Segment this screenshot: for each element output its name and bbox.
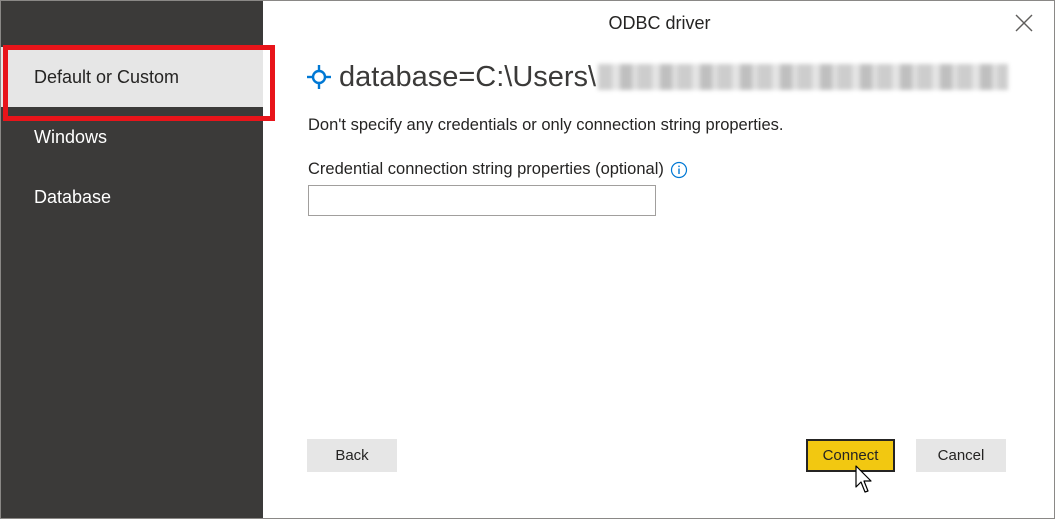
- connect-button[interactable]: Connect: [806, 439, 895, 472]
- sidebar-item-label: Database: [34, 187, 112, 207]
- auth-sidebar: Default or Custom Windows Database: [1, 1, 275, 518]
- blurred-path: [598, 64, 1009, 90]
- credential-field-label-row: Credential connection string properties …: [308, 160, 688, 179]
- sidebar-item-default-or-custom[interactable]: Default or Custom: [1, 45, 275, 121]
- cancel-button[interactable]: Cancel: [916, 439, 1006, 472]
- sidebar-item-label: Windows: [34, 127, 108, 147]
- info-icon[interactable]: [670, 161, 688, 179]
- close-button[interactable]: [1012, 11, 1036, 35]
- odbc-dialog: Default or Custom Windows Database ODBC …: [0, 0, 1055, 519]
- connection-string-text: database=C:\Users\: [339, 60, 597, 93]
- credential-connection-string-input[interactable]: [308, 185, 656, 216]
- sidebar-item-label: Default or Custom: [34, 67, 180, 87]
- sidebar-item-database[interactable]: Database: [1, 167, 263, 227]
- auth-description: Don't specify any credentials or only co…: [308, 116, 784, 134]
- back-button[interactable]: Back: [307, 439, 397, 472]
- credential-field-label: Credential connection string properties …: [308, 160, 664, 178]
- connection-heading: database=C:\Users\: [307, 57, 1009, 97]
- sidebar-item-windows[interactable]: Windows: [1, 107, 263, 167]
- connection-node-icon: [307, 65, 331, 89]
- dialog-title: ODBC driver: [608, 13, 711, 33]
- close-icon: [1015, 14, 1033, 32]
